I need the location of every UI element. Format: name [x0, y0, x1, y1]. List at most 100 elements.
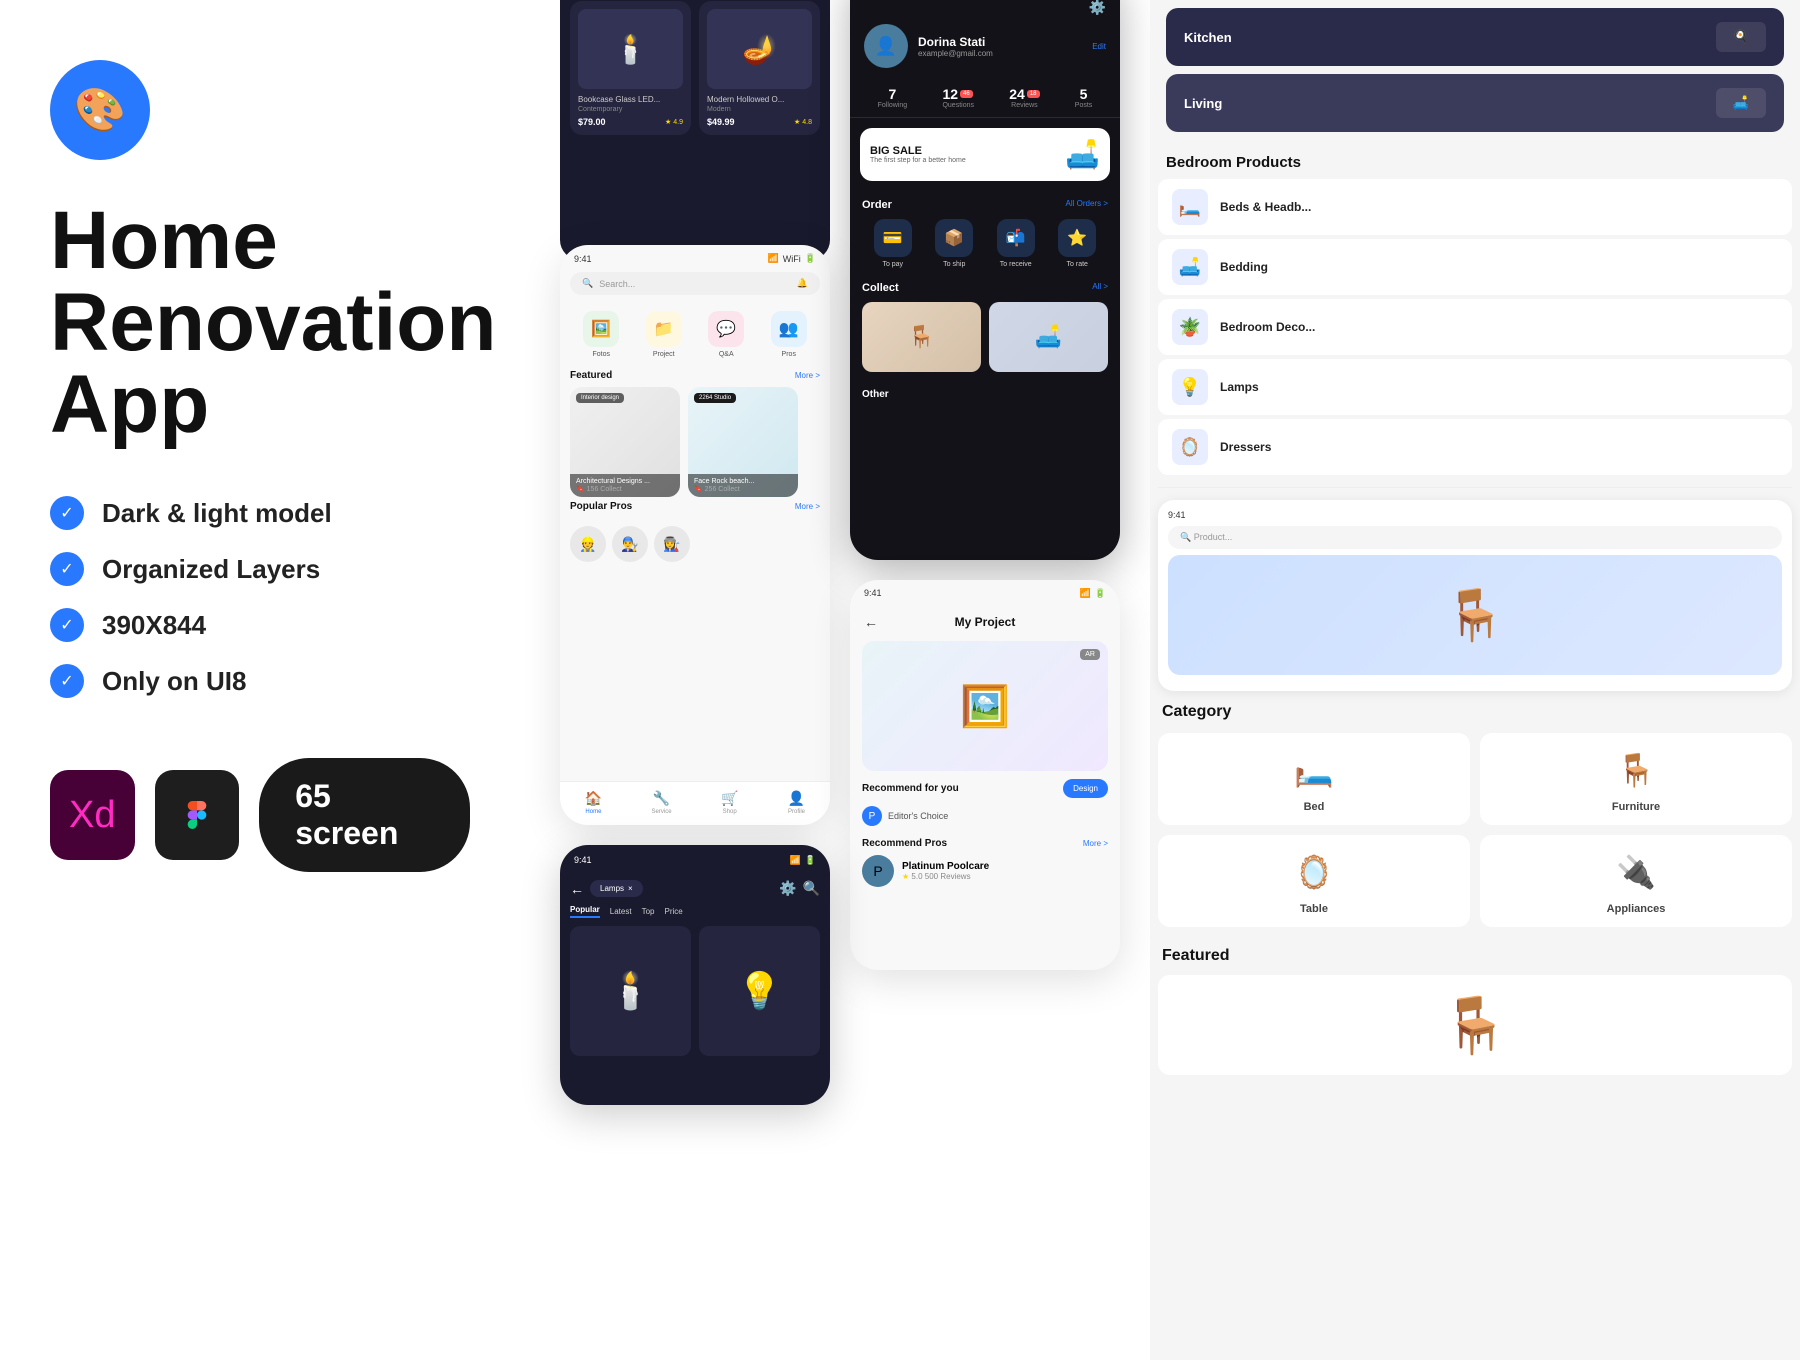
order-to-rate[interactable]: ⭐ To rate — [1058, 219, 1096, 268]
nav-service[interactable]: 🔧 Service — [652, 790, 672, 815]
bedding-icon: 🛋️ — [1172, 249, 1208, 285]
order-to-ship[interactable]: 📦 To ship — [935, 219, 973, 268]
check-icon-dark-light: ✓ — [50, 496, 84, 530]
phone-product-listing: $89.99 ★ 4.9 $99.99 ★ 4.8 🕯️ Bookcase Gl… — [560, 0, 830, 260]
screens-area: $89.99 ★ 4.9 $99.99 ★ 4.8 🕯️ Bookcase Gl… — [540, 0, 1160, 1360]
feature-text-resolution: 390X844 — [102, 610, 206, 641]
featured-tag-2: 2264 Studio — [694, 393, 736, 403]
project-status-bar: 9:41 📶 🔋 — [850, 580, 1120, 603]
feature-organized-layers: ✓ Organized Layers — [50, 552, 470, 586]
tab-latest[interactable]: Latest — [610, 905, 632, 918]
featured-cards-row: Interior design Architectural Designs ..… — [560, 387, 830, 497]
appliances-grid-icon: 🔌 — [1616, 847, 1656, 897]
ar-badge: AR — [1080, 649, 1100, 660]
left-panel: 🎨 HomeRenovationApp ✓ Dark & light model… — [0, 0, 520, 1360]
featured-title-1: Architectural Designs ... 🔖 156 Collect — [570, 474, 680, 497]
featured-more-link[interactable]: More > — [795, 371, 820, 380]
divider — [1158, 487, 1792, 488]
quick-icons-row: 🖼️ Fotos 📁 Project 💬 Q&A 👥 Pros — [560, 299, 830, 366]
featured-card-1[interactable]: Interior design Architectural Designs ..… — [570, 387, 680, 497]
bedroom-products-header: Bedroom Products — [1150, 140, 1800, 179]
sale-banner[interactable]: BIG SALE The first step for a better hom… — [860, 128, 1110, 181]
category-grid: 🛏️ Bed 🪑 Furniture 🪞 Table 🔌 Appliances — [1158, 733, 1792, 927]
table-grid-icon: 🪞 — [1294, 847, 1334, 897]
cat-grid-table[interactable]: 🪞 Table — [1158, 835, 1470, 927]
lamps-tag[interactable]: Lamps × — [590, 880, 643, 897]
collect-images: 🪑 🛋️ — [862, 302, 1108, 372]
living-category[interactable]: Living 🛋️ — [1166, 74, 1784, 132]
project-icon: 📁 — [646, 311, 682, 347]
search-bar-home[interactable]: 🔍 Search... 🔔 — [570, 272, 820, 295]
featured-title-right: Featured — [1158, 947, 1792, 965]
feature-dark-light: ✓ Dark & light model — [50, 496, 470, 530]
pro-item: P Platinum Poolcare ★ 5.0 500 Reviews — [862, 855, 1108, 887]
lamp-card-1[interactable]: 🕯️ — [570, 926, 691, 1056]
featured-card-2[interactable]: 2264 Studio Face Rock beach... 🔖 256 Col… — [688, 387, 798, 497]
cat-beds[interactable]: 🛏️ Beds & Headb... — [1158, 179, 1792, 235]
cat-bedding[interactable]: 🛋️ Bedding — [1158, 239, 1792, 295]
order-all-link[interactable]: All Orders > — [1066, 199, 1108, 211]
quick-photos[interactable]: 🖼️ Fotos — [583, 311, 619, 358]
editors-choice: P Editor's Choice — [862, 806, 1108, 826]
nav-shop[interactable]: 🛒 Shop — [721, 790, 738, 815]
editors-choice-icon: P — [862, 806, 882, 826]
bedroom-deco-icon: 🪴 — [1172, 309, 1208, 345]
furniture-grid-icon: 🪑 — [1616, 745, 1656, 795]
service-nav-icon: 🔧 — [653, 790, 670, 807]
product-image-lamp2: 🪔 — [707, 9, 812, 89]
logo-circle: 🎨 — [50, 60, 150, 160]
product-search-panel: 9:41 🔍 Product... 🪑 — [1158, 500, 1792, 691]
settings-icon[interactable]: ⚙️ — [1089, 0, 1106, 16]
lamps-back-button[interactable]: ← — [570, 881, 584, 897]
back-button[interactable]: ← — [864, 614, 878, 630]
tab-popular[interactable]: Popular — [570, 905, 600, 918]
search-icon: 🔍 — [582, 278, 593, 289]
quick-qa[interactable]: 💬 Q&A — [708, 311, 744, 358]
cat-grid-furniture[interactable]: 🪑 Furniture — [1480, 733, 1792, 825]
product-card-lamp1: 🕯️ Bookcase Glass LED... Contemporary $7… — [570, 1, 691, 135]
order-to-receive[interactable]: 📬 To receive — [997, 219, 1035, 268]
category-list: 🛏️ Beds & Headb... 🛋️ Bedding 🪴 Bedroom … — [1150, 179, 1800, 475]
cat-lamps[interactable]: 💡 Lamps — [1158, 359, 1792, 415]
phone-profile-screen: 9:41 📶 🔋 ⚙️ 👤 Dorina Stati example@gmail… — [850, 0, 1120, 560]
order-to-pay[interactable]: 💳 To pay — [874, 219, 912, 268]
cat-grid-appliances[interactable]: 🔌 Appliances — [1480, 835, 1792, 927]
category-section-title: Category — [1158, 703, 1792, 721]
product-search-status: 9:41 — [1168, 510, 1782, 520]
quick-project[interactable]: 📁 Project — [646, 311, 682, 358]
recommend-pros-more[interactable]: More > — [1083, 839, 1108, 848]
edit-profile-button[interactable]: Edit — [1092, 42, 1106, 51]
to-pay-icon: 💳 — [874, 219, 912, 257]
search-icon-lamps[interactable]: 🔍 — [803, 880, 820, 897]
nav-profile-btn[interactable]: 👤 Profile — [788, 790, 805, 815]
kitchen-category[interactable]: Kitchen 🍳 — [1166, 8, 1784, 66]
quick-pros[interactable]: 👥 Pros — [771, 311, 807, 358]
cat-grid-bed[interactable]: 🛏️ Bed — [1158, 733, 1470, 825]
product-search-bar[interactable]: 🔍 Product... — [1168, 526, 1782, 549]
cat-bedroom-deco[interactable]: 🪴 Bedroom Deco... — [1158, 299, 1792, 355]
collect-image-2[interactable]: 🛋️ — [989, 302, 1108, 372]
lamps-status-bar: 9:41 📶 🔋 — [560, 845, 830, 872]
lamps-content: ← Lamps × ⚙️ 🔍 Popular Latest Top Price … — [560, 872, 830, 1064]
popular-pros-more[interactable]: More > — [795, 502, 820, 511]
feature-list: ✓ Dark & light model ✓ Organized Layers … — [50, 496, 470, 698]
check-icon-organized: ✓ — [50, 552, 84, 586]
product-card-lamp2: 🪔 Modern Hollowed O... Modern $49.99 ★ 4… — [699, 1, 820, 135]
tab-top[interactable]: Top — [642, 905, 655, 918]
check-icon-resolution: ✓ — [50, 608, 84, 642]
lamp-card-2[interactable]: 💡 — [699, 926, 820, 1056]
featured-chair-card[interactable]: 🪑 — [1158, 975, 1792, 1075]
lamps-grid: 🕯️ 💡 — [570, 926, 820, 1056]
filter-icon[interactable]: ⚙️ — [779, 880, 796, 897]
collect-image-1[interactable]: 🪑 — [862, 302, 981, 372]
profile-nav-icon: 👤 — [788, 790, 805, 807]
feature-resolution: ✓ 390X844 — [50, 608, 470, 642]
phone-project-screen: 9:41 📶 🔋 ← My Project 🖼️ AR Recommend fo… — [850, 580, 1120, 970]
tab-price[interactable]: Price — [664, 905, 682, 918]
design-button[interactable]: Design — [1063, 779, 1108, 798]
living-image: 🛋️ — [1716, 88, 1766, 118]
cat-dressers[interactable]: 🪞 Dressers — [1158, 419, 1792, 475]
collect-all-link[interactable]: All > — [1092, 282, 1108, 294]
project-header: ← My Project — [850, 603, 1120, 641]
nav-home[interactable]: 🏠 Home — [585, 790, 602, 815]
